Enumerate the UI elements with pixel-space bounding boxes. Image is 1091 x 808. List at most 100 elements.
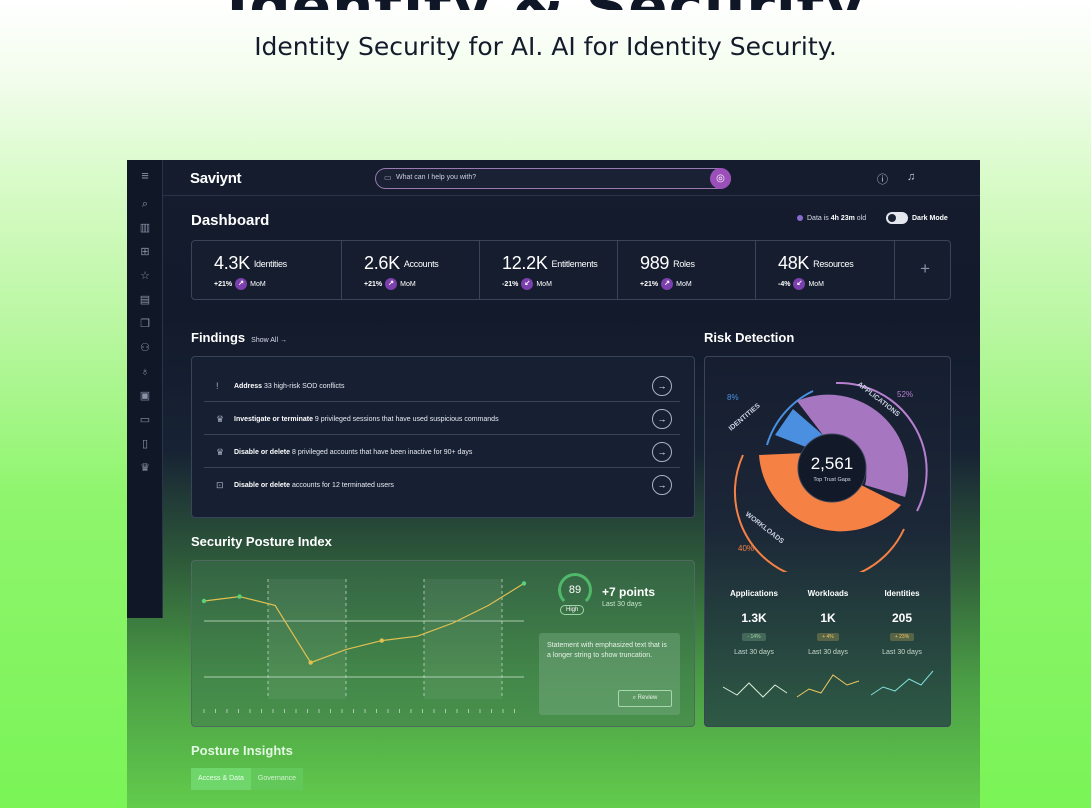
kpi-roles[interactable]: 989 Roles +21% ↗ MoM xyxy=(618,241,756,299)
risk-radial-chart: 2,561 Top Trust Gaps 8% 52% 40% IDENTITI… xyxy=(727,381,928,572)
arrow-right-icon[interactable]: → xyxy=(652,376,672,396)
hero-heading-partial: Identity & Security xyxy=(0,0,1091,10)
data-point xyxy=(237,594,242,599)
kpi-delta: +21% xyxy=(364,280,383,288)
stat-value: 1.3K xyxy=(741,611,767,625)
stat-label: Identities xyxy=(884,589,920,598)
search-input[interactable]: ▭ What can I help you with? ◎ xyxy=(375,168,731,189)
sidebar: ≡ ⌕ ▥ ⊞ ☆ ▤ ❐ ⚇ ♁ ▣ ▭ ▯ ♛ xyxy=(127,160,163,618)
finding-action: Investigate or terminate xyxy=(234,416,313,423)
stat-period: Last 30 days xyxy=(808,649,848,656)
bell-icon[interactable]: ♫ xyxy=(907,171,915,183)
finding-row[interactable]: ♛ Investigate or terminate 9 privileged s… xyxy=(204,404,680,435)
kpi-identities[interactable]: 4.3K Identities +21% ↗ MoM xyxy=(192,241,342,299)
kpi-label: Accounts xyxy=(403,259,439,270)
finding-text: 8 privileged accounts that have been ina… xyxy=(290,449,473,456)
finding-action: Disable or delete xyxy=(234,482,291,489)
kpi-accounts[interactable]: 2.6K Accounts +21% ↗ MoM xyxy=(342,241,480,299)
insights-tabs: Access & Data Governance xyxy=(191,768,304,790)
ai-assistant-icon[interactable]: ◎ xyxy=(710,168,731,189)
kpi-delta: +21% xyxy=(214,280,233,288)
kpi-label: Resources xyxy=(813,259,854,270)
data-age-suffix: old xyxy=(854,215,867,222)
kpi-label: Entitlements xyxy=(551,259,598,270)
data-point xyxy=(521,581,527,586)
posture-points: +7 points xyxy=(602,585,656,599)
help-icon[interactable]: ⓘ xyxy=(877,171,888,187)
toggle-switch[interactable] xyxy=(886,212,908,224)
risk-panel: 2,561 Top Trust Gaps 8% 52% 40% IDENTITI… xyxy=(704,356,951,727)
arrow-right-icon[interactable]: → xyxy=(652,442,672,462)
finding-row[interactable]: ⊡ Disable or delete accounts for 12 termi… xyxy=(204,470,680,501)
monitor-icon[interactable]: ▭ xyxy=(127,408,163,432)
crown-icon: ♛ xyxy=(216,447,225,457)
stat-applications[interactable]: Applications 1.3K - 14% Last 30 days xyxy=(717,589,791,656)
logo[interactable]: Saviynt xyxy=(190,170,242,187)
posture-panel: 89 High +7 points Last 30 days Statement… xyxy=(191,560,695,727)
trend-up-icon: ↗ xyxy=(661,278,674,290)
dark-mode-toggle[interactable]: Dark Mode xyxy=(886,212,948,224)
kpi-value: 989 xyxy=(640,253,670,273)
alert-icon: ! xyxy=(216,381,219,391)
posture-insights-title: Posture Insights xyxy=(191,743,293,758)
identities-pct: 8% xyxy=(727,393,739,402)
tagline: Identity Security for AI. AI for Identit… xyxy=(254,32,837,61)
copy-icon[interactable]: ❐ xyxy=(127,312,163,336)
stat-period: Last 30 days xyxy=(734,649,774,656)
data-age-value: 4h 23m xyxy=(830,215,855,222)
arrow-right-icon[interactable]: → xyxy=(652,475,672,495)
file-icon[interactable]: ▯ xyxy=(127,432,163,456)
kpi-entitlements[interactable]: 12.2K Entitlements -21% ↙ MoM xyxy=(480,241,618,299)
kpi-delta: +21% xyxy=(640,280,659,288)
kpi-delta: -21% xyxy=(502,280,519,288)
report-icon[interactable]: ▤ xyxy=(127,288,163,312)
analytics-icon[interactable]: ▥ xyxy=(127,216,163,240)
workloads-sparkline xyxy=(796,674,860,698)
tab-access-data[interactable]: Access & Data xyxy=(191,768,251,790)
finding-row[interactable]: ! Address 33 high-risk SOD conflicts → xyxy=(204,371,680,402)
arrow-right-icon[interactable]: → xyxy=(652,409,672,429)
star-icon[interactable]: ☆ xyxy=(127,264,163,288)
risk-title: Risk Detection xyxy=(704,330,795,345)
stat-period: Last 30 days xyxy=(882,649,922,656)
users-icon[interactable]: ⚇ xyxy=(127,336,163,360)
document-icon[interactable]: ▣ xyxy=(127,384,163,408)
tab-governance[interactable]: Governance xyxy=(250,768,304,790)
menu-expand-icon[interactable]: ≡ xyxy=(127,160,163,192)
stat-identities[interactable]: Identities 205 + 23% Last 30 days xyxy=(865,589,939,656)
findings-panel: ! Address 33 high-risk SOD conflicts → ♛ In… xyxy=(191,356,695,518)
top-bar: Saviynt ▭ What can I help you with? ◎ ⓘ … xyxy=(163,160,980,196)
chat-icon: ▭ xyxy=(384,173,392,182)
kpi-resources[interactable]: 48K Resources -4% ↙ MoM xyxy=(756,241,895,299)
user-card-icon: ⊡ xyxy=(216,480,224,490)
stat-workloads[interactable]: Workloads 1K + 4% Last 30 days xyxy=(791,589,865,656)
stat-label: Workloads xyxy=(807,589,849,598)
applications-sparkline xyxy=(722,682,788,698)
show-all-link[interactable]: Show All → xyxy=(251,337,287,344)
stat-delta-badge: - 14% xyxy=(742,633,766,641)
crown-icon[interactable]: ♛ xyxy=(127,456,163,480)
trend-down-icon: ↙ xyxy=(793,278,806,290)
band xyxy=(268,579,346,699)
crown-icon: ♛ xyxy=(216,414,225,424)
kpi-period: MoM xyxy=(400,280,416,288)
review-label: Review xyxy=(637,695,658,701)
badge-icon[interactable]: ♁ xyxy=(127,360,163,384)
data-point xyxy=(308,660,313,665)
stat-value: 205 xyxy=(891,611,913,625)
search-icon[interactable]: ⌕ xyxy=(127,192,163,216)
kpi-value: 12.2K xyxy=(502,253,548,273)
add-kpi-icon[interactable]: + xyxy=(920,259,930,279)
data-age-status: Data is 4h 23m old xyxy=(797,215,866,222)
review-button[interactable]: ⌕ Review xyxy=(618,690,672,707)
kpi-value: 4.3K xyxy=(214,253,250,273)
trend-up-icon: ↗ xyxy=(235,278,248,290)
kpi-strip: 4.3K Identities +21% ↗ MoM 2.6K Accounts +21% ↗… xyxy=(191,240,951,300)
kpi-delta: -4% xyxy=(778,280,791,288)
band xyxy=(424,579,502,699)
kpi-period: MoM xyxy=(676,280,692,288)
trend-up-icon: ↗ xyxy=(385,278,398,290)
finding-row[interactable]: ♛ Disable or delete 8 privileged accounts… xyxy=(204,437,680,468)
app-window: ≡ ⌕ ▥ ⊞ ☆ ▤ ❐ ⚇ ♁ ▣ ▭ ▯ ♛ Saviynt ▭ What… xyxy=(127,160,980,808)
grid-icon[interactable]: ⊞ xyxy=(127,240,163,264)
